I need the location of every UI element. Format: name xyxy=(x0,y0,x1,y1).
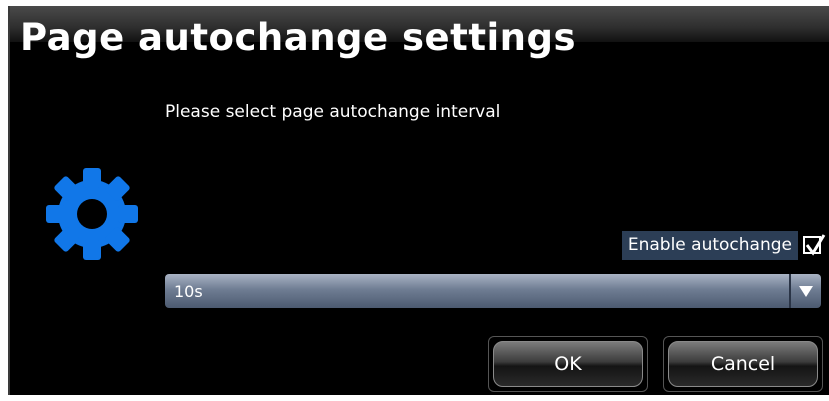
dialog-title: Page autochange settings xyxy=(20,16,577,59)
ok-button-frame: OK xyxy=(488,336,648,392)
chevron-down-icon[interactable] xyxy=(789,274,821,308)
gear-icon xyxy=(46,168,138,260)
autochange-settings-dialog: Page autochange settings Please select p… xyxy=(8,6,829,395)
ok-button[interactable]: OK xyxy=(493,341,643,387)
cancel-button-frame: Cancel xyxy=(663,336,823,392)
interval-select-value: 10s xyxy=(174,282,203,301)
interval-select[interactable]: 10s xyxy=(165,274,821,308)
checkmark-icon xyxy=(805,234,826,256)
interval-prompt: Please select page autochange interval xyxy=(165,102,501,122)
enable-autochange-label[interactable]: Enable autochange xyxy=(621,230,798,260)
enable-autochange-toggle[interactable]: Enable autochange xyxy=(621,230,826,260)
enable-autochange-checkbox[interactable] xyxy=(803,234,826,256)
cancel-button[interactable]: Cancel xyxy=(668,341,818,387)
